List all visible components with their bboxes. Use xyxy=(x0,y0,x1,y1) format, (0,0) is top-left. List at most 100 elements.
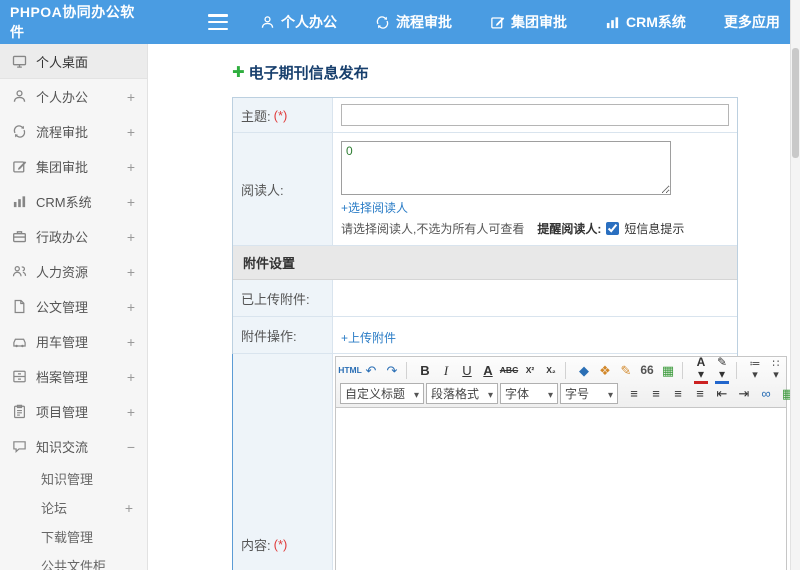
desktop-icon xyxy=(12,54,27,69)
sidebar-item-document-mgmt[interactable]: 公文管理 + xyxy=(0,289,147,324)
expand-toggle-icon[interactable]: + xyxy=(127,369,135,385)
expand-toggle-icon[interactable]: + xyxy=(127,159,135,175)
sidebar-item-label: 人力资源 xyxy=(36,265,89,280)
person-icon xyxy=(260,15,275,30)
upload-attachment-link[interactable]: +上传附件 xyxy=(341,329,396,346)
italic-button[interactable]: I xyxy=(436,360,456,380)
undo-button[interactable]: ↶ xyxy=(361,360,381,380)
sidebar-item-admin-office[interactable]: 行政办公 + xyxy=(0,219,147,254)
html-source-button[interactable]: HTML xyxy=(338,360,362,380)
superscript-button[interactable]: X² xyxy=(520,360,540,380)
format-brush-button[interactable]: ❖ xyxy=(595,360,615,380)
outdent-button[interactable]: ⇤ xyxy=(712,384,732,404)
paragraph-format-select[interactable]: 段落格式 xyxy=(426,383,498,404)
align-justify-button[interactable]: ≡ xyxy=(690,384,710,404)
nav-group-approval[interactable]: 集团审批 xyxy=(490,12,567,32)
indent-button[interactable]: ⇥ xyxy=(734,384,754,404)
sidebar-subitem-label: 下载管理 xyxy=(41,530,94,545)
sidebar-item-knowledge-exchange[interactable]: 知识交流 − xyxy=(0,429,147,464)
edit-icon xyxy=(490,15,505,30)
nav-personal-office[interactable]: 个人办公 xyxy=(260,12,337,32)
sidebar-item-workflow-approval[interactable]: 流程审批 + xyxy=(0,114,147,149)
sidebar-item-crm-system[interactable]: CRM系统 + xyxy=(0,184,147,219)
heading-style-select[interactable]: 自定义标题 xyxy=(340,383,424,404)
attachment-section-header: 附件设置 xyxy=(233,246,737,280)
redo-button[interactable]: ↷ xyxy=(382,360,402,380)
sidebar-item-label: CRM系统 xyxy=(36,195,92,210)
sidebar-item-hr[interactable]: 人力资源 + xyxy=(0,254,147,289)
car-icon xyxy=(12,334,27,349)
sidebar-item-project-mgmt[interactable]: 项目管理 + xyxy=(0,394,147,429)
readers-row: 阅读人: 0 +选择阅读人 请选择阅读人,不选为所有人可查看 提醒阅读人: 短信… xyxy=(233,133,737,246)
editor-content[interactable] xyxy=(335,408,787,570)
align-left-button[interactable]: ≡ xyxy=(624,384,644,404)
align-right-button[interactable]: ≡ xyxy=(668,384,688,404)
unordered-list-button[interactable]: ∷ ▾ xyxy=(766,359,786,381)
scrollbar-thumb[interactable] xyxy=(792,48,799,158)
expand-toggle-icon[interactable]: + xyxy=(127,264,135,280)
expand-toggle-icon[interactable]: + xyxy=(127,404,135,420)
nav-item-label: 流程审批 xyxy=(396,14,452,30)
clipboard-icon xyxy=(12,404,27,419)
caret-down-icon xyxy=(488,387,493,401)
expand-toggle-icon[interactable]: + xyxy=(127,194,135,210)
expand-toggle-icon[interactable]: + xyxy=(127,229,135,245)
plus-icon xyxy=(232,65,245,80)
sidebar-sub-forum[interactable]: 论坛 + xyxy=(0,493,147,522)
nav-item-label: 个人办公 xyxy=(281,14,337,30)
choose-readers-link[interactable]: +选择阅读人 xyxy=(341,199,408,216)
sms-remind-checkbox[interactable] xyxy=(606,222,620,235)
sidebar-sub-knowledge-mgmt[interactable]: 知识管理 xyxy=(0,464,147,493)
font-style-button[interactable]: A xyxy=(478,360,498,380)
subscript-button[interactable]: X₂ xyxy=(541,360,561,380)
sidebar-sub-download-mgmt[interactable]: 下载管理 xyxy=(0,522,147,551)
ordered-list-button[interactable]: ≔ ▾ xyxy=(745,359,765,381)
chat-icon xyxy=(12,439,27,454)
strikethrough-button[interactable]: ABC xyxy=(499,360,519,380)
expand-toggle-icon[interactable]: + xyxy=(127,334,135,350)
nav-more-apps[interactable]: 更多应用 xyxy=(724,12,780,32)
sidebar-item-label: 档案管理 xyxy=(36,370,89,385)
expand-toggle-icon[interactable]: + xyxy=(127,299,135,315)
nav-item-label: CRM系统 xyxy=(626,14,686,30)
subject-input[interactable] xyxy=(341,104,729,126)
paint-button[interactable]: ✎ xyxy=(616,360,636,380)
cycle-icon xyxy=(375,15,390,30)
sidebar-item-desktop[interactable]: 个人桌面 xyxy=(0,44,147,79)
nav-workflow-approval[interactable]: 流程审批 xyxy=(375,12,452,32)
sms-remind-label: 短信息提示 xyxy=(624,222,685,236)
menu-toggle-icon[interactable] xyxy=(208,14,228,30)
cycle-icon xyxy=(12,124,27,139)
font-family-select[interactable]: 字体 xyxy=(500,383,558,404)
link-button[interactable]: ∞ xyxy=(756,384,776,404)
table-button[interactable]: ▦ xyxy=(658,360,678,380)
font-color-button[interactable]: A ▾ xyxy=(691,356,711,384)
remove-format-button[interactable]: ◆ xyxy=(574,360,594,380)
sidebar-item-archive-mgmt[interactable]: 档案管理 + xyxy=(0,359,147,394)
sidebar-subitem-label: 论坛 xyxy=(41,501,68,516)
highlight-color-button[interactable]: ✎ ▾ xyxy=(712,356,732,384)
nav-item-label: 更多应用 xyxy=(723,14,780,30)
expand-toggle-icon[interactable]: + xyxy=(125,500,133,516)
sidebar-item-group-approval[interactable]: 集团审批 + xyxy=(0,149,147,184)
expand-toggle-icon[interactable]: + xyxy=(127,124,135,140)
nav-crm-system[interactable]: CRM系统 xyxy=(605,12,686,32)
readers-textarea[interactable]: 0 xyxy=(341,141,671,195)
sidebar: 个人桌面 个人办公 + 流程审批 + 集团审批 + CRM系统 + 行政办公 +… xyxy=(0,44,148,570)
sidebar-sub-public-cabinet[interactable]: 公共文件柜 xyxy=(0,551,147,570)
sidebar-item-vehicle-mgmt[interactable]: 用车管理 + xyxy=(0,324,147,359)
underline-button[interactable]: U xyxy=(457,360,477,380)
readers-label: 阅读人: xyxy=(241,182,284,198)
align-center-button[interactable]: ≡ xyxy=(646,384,666,404)
document-icon xyxy=(12,299,27,314)
briefcase-icon xyxy=(12,229,27,244)
nav-item-label: 集团审批 xyxy=(511,14,567,30)
blockquote-button[interactable]: 66 xyxy=(637,360,657,380)
vertical-scrollbar[interactable] xyxy=(790,0,800,570)
expand-toggle-icon[interactable]: − xyxy=(127,439,135,455)
font-size-select[interactable]: 字号 xyxy=(560,383,618,404)
sidebar-item-personal-office[interactable]: 个人办公 + xyxy=(0,79,147,114)
main-content: 电子期刊信息发布 主题: (*) 阅读人: 0 +选择阅读 xyxy=(148,44,800,570)
expand-toggle-icon[interactable]: + xyxy=(127,89,135,105)
bold-button[interactable]: B xyxy=(415,360,435,380)
